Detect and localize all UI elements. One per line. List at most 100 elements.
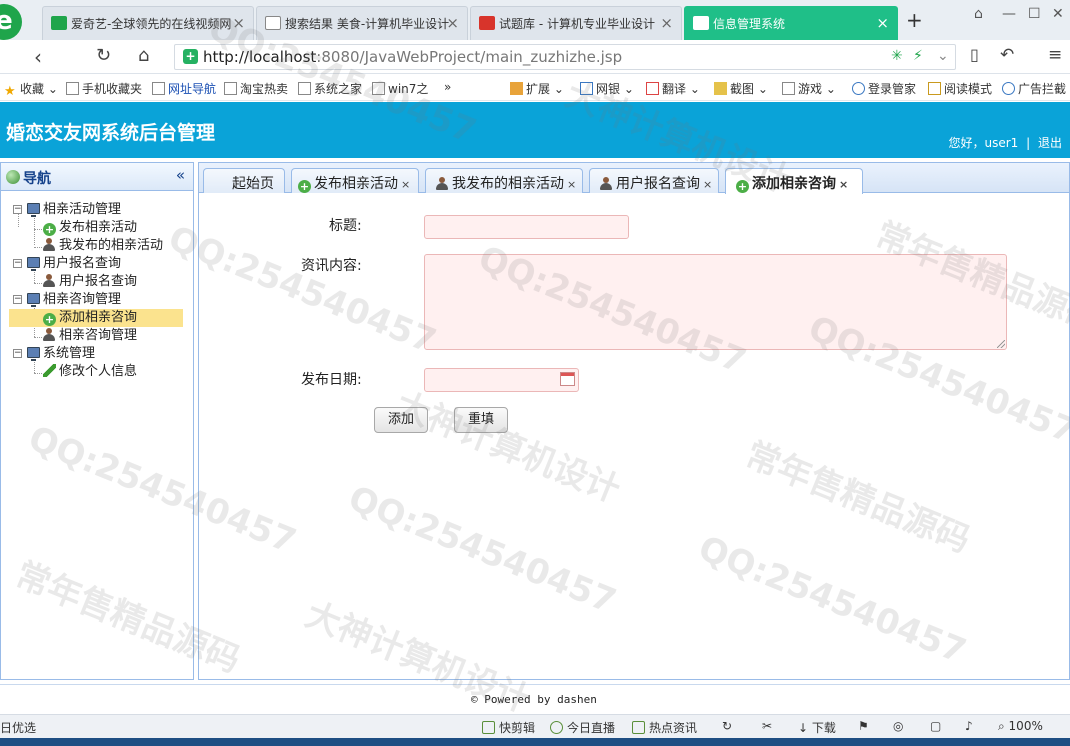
close-icon[interactable]: ×	[401, 178, 410, 191]
status-news[interactable]: 热点资讯	[632, 719, 697, 736]
url-field[interactable]: + http://localhost:8080/JavaWebProject/m…	[174, 44, 956, 70]
bookmark-item[interactable]: 阅读模式	[928, 80, 992, 97]
resize-grip-icon[interactable]	[997, 340, 1005, 348]
status-zoom[interactable]: ⌕ 100%	[998, 719, 1043, 734]
tab-my-activities[interactable]: 我发布的相亲活动 ×	[425, 168, 583, 193]
app-title: 婚恋交友网系统后台管理	[6, 122, 216, 144]
bookmark-item[interactable]: 网银 ⌄	[580, 80, 634, 97]
nav-item-edit-profile[interactable]: 修改个人信息	[43, 363, 137, 381]
skin-icon[interactable]: ⌂	[974, 6, 983, 22]
speed-icon[interactable]: ✳	[891, 48, 903, 64]
close-icon[interactable]: ×	[703, 178, 712, 191]
nav-item-add-consult[interactable]: + 添加相亲咨询	[9, 309, 183, 327]
close-icon[interactable]: ×	[567, 178, 576, 191]
nav-group-system[interactable]: 系统管理	[27, 345, 95, 363]
bookmark-item[interactable]: ★ 收藏 ⌄	[4, 80, 58, 99]
browser-tab[interactable]: 爱奇艺-全球领先的在线视频网 ×	[42, 6, 254, 40]
browser-tab[interactable]: 搜索结果 美食-计算机毕业设计 ×	[256, 6, 468, 40]
back-icon[interactable]: ‹	[34, 45, 42, 69]
lightning-icon[interactable]: ⚡	[913, 48, 923, 64]
chevron-down-icon[interactable]: ⌄	[937, 48, 949, 64]
collapse-icon[interactable]: «	[176, 166, 185, 184]
globe-icon	[6, 170, 20, 184]
bookmark-item[interactable]: 系统之家	[298, 80, 362, 97]
close-icon[interactable]: ×	[660, 14, 673, 32]
content-textarea[interactable]	[424, 254, 1007, 350]
tab-publish-activity[interactable]: + 发布相亲活动 ×	[291, 168, 419, 193]
nav-group-activity[interactable]: 相亲活动管理	[27, 201, 121, 219]
tab-panel: 起始页 + 发布相亲活动 × 我发布的相亲活动 × 用户报名查询 × + 添加相亲咨询 × …	[198, 162, 1070, 680]
status-daily-picks[interactable]: 日优选	[0, 719, 36, 736]
browser-tab-active[interactable]: 信息管理系统 ×	[684, 6, 898, 40]
browser-tab[interactable]: 试题库 - 计算机专业毕业设计 ×	[470, 6, 682, 40]
nav-group-signup[interactable]: 用户报名查询	[27, 255, 121, 273]
logout-link[interactable]: 退出	[1038, 136, 1062, 150]
tab-home[interactable]: 起始页	[203, 168, 285, 193]
flag-icon[interactable]: ⚑	[858, 719, 869, 733]
tab-signup-query[interactable]: 用户报名查询 ×	[589, 168, 719, 193]
bookmark-item[interactable]: 扩展 ⌄	[510, 80, 564, 97]
browser-icon[interactable]: ◎	[893, 719, 903, 733]
nav-item-publish-activity[interactable]: + 发布相亲活动	[43, 219, 137, 237]
date-input[interactable]	[424, 368, 579, 392]
home-icon[interactable]: ⌂	[138, 45, 149, 66]
reload-icon[interactable]: ↻	[96, 45, 111, 66]
play-icon	[550, 721, 563, 734]
nav-title: 导航	[23, 171, 51, 187]
close-icon[interactable]: ×	[446, 14, 459, 32]
bookmark-item[interactable]: 翻译 ⌄	[646, 80, 700, 97]
new-tab-button[interactable]: +	[906, 8, 923, 32]
refresh-status-icon[interactable]: ↻	[722, 719, 732, 733]
zoom-value: 100%	[1008, 719, 1043, 733]
bookmark-item[interactable]: 淘宝热卖	[224, 80, 288, 97]
add-icon: +	[43, 313, 56, 326]
title-input[interactable]	[424, 215, 629, 239]
window-icon[interactable]: ▢	[930, 719, 941, 733]
more-bookmarks-button[interactable]: »	[444, 80, 451, 94]
phone-icon[interactable]: ▯	[970, 45, 979, 64]
nav-item-my-activities[interactable]: 我发布的相亲活动	[43, 237, 163, 255]
bookmark-label: 截图	[730, 82, 755, 96]
collapse-toggle-icon[interactable]: −	[13, 295, 22, 304]
status-quick-edit[interactable]: 快剪辑	[482, 719, 535, 736]
volume-icon[interactable]: ♪	[965, 719, 973, 733]
bookmark-label: 游戏	[798, 82, 823, 96]
close-icon[interactable]: ×	[876, 14, 889, 32]
os-taskbar	[0, 738, 1070, 746]
bookmark-item[interactable]: 网址导航	[152, 80, 216, 97]
bookmark-label: 手机收藏夹	[82, 82, 143, 96]
menu-icon[interactable]: ≡	[1048, 45, 1062, 65]
status-download[interactable]: ↓ 下载	[798, 719, 836, 736]
submit-button[interactable]: 添加	[374, 407, 428, 433]
bookmark-item[interactable]: 广告拦截	[1002, 80, 1066, 97]
date-label: 发布日期:	[301, 372, 362, 388]
close-icon[interactable]: ×	[232, 14, 245, 32]
minimize-icon[interactable]: —	[1002, 6, 1016, 22]
bookmark-item[interactable]: 截图 ⌄	[714, 80, 768, 97]
bookmark-label: 扩展	[526, 82, 551, 96]
bookmark-item[interactable]: 游戏 ⌄	[782, 80, 836, 97]
nav-item-consult-manage[interactable]: 相亲咨询管理	[43, 327, 137, 345]
tab-add-consult[interactable]: + 添加相亲咨询 ×	[725, 168, 863, 194]
collapse-toggle-icon[interactable]: −	[13, 349, 22, 358]
bookmark-item[interactable]: 手机收藏夹	[66, 80, 142, 97]
nav-panel: 导航 « − 相亲活动管理 + 发布相亲活动 我发布的相亲活动 − 用户报名查询 …	[0, 162, 194, 680]
bookmark-item[interactable]: 登录管家	[852, 80, 916, 97]
collapse-toggle-icon[interactable]: −	[13, 259, 22, 268]
status-live[interactable]: 今日直播	[550, 719, 615, 736]
nav-group-consult[interactable]: 相亲咨询管理	[27, 291, 121, 309]
maximize-icon[interactable]: ☐	[1028, 6, 1041, 22]
close-window-icon[interactable]: ✕	[1052, 6, 1064, 22]
add-icon: +	[43, 223, 56, 236]
user-icon	[436, 177, 448, 190]
page-favicon-icon	[265, 16, 281, 30]
close-icon[interactable]: ×	[839, 178, 848, 191]
bookmark-item[interactable]: win7之	[372, 80, 428, 97]
nav-item-signup-query[interactable]: 用户报名查询	[43, 273, 137, 291]
reset-button[interactable]: 重填	[454, 407, 508, 433]
calendar-icon[interactable]	[560, 372, 575, 386]
undo-icon[interactable]: ↶	[1000, 45, 1014, 65]
collapse-toggle-icon[interactable]: −	[13, 205, 22, 214]
tools-icon[interactable]: ✂	[762, 719, 772, 733]
clip-icon	[482, 721, 495, 734]
